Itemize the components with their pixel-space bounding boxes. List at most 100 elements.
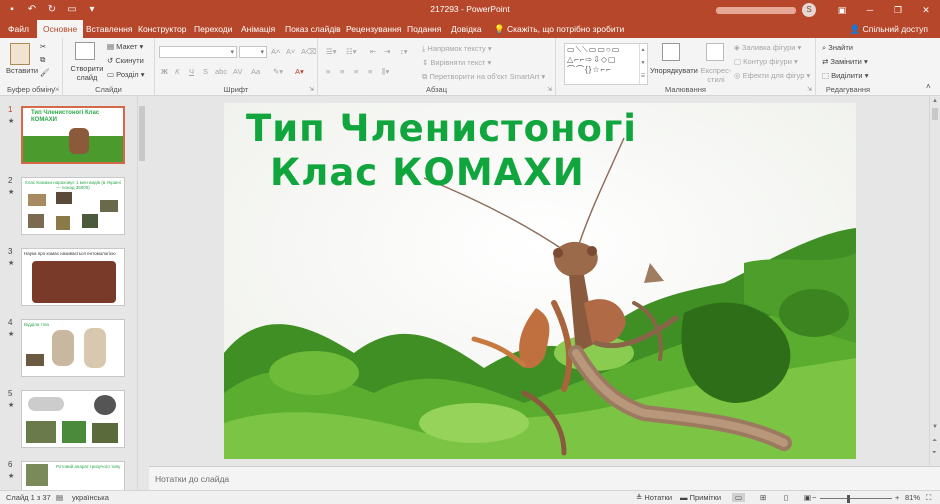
slide-thumbnail-1[interactable]: 1 ★ Тип Членистоногі Клас КОМАХИ: [2, 105, 136, 169]
zoom-slider[interactable]: [820, 495, 892, 503]
slide-sorter-icon[interactable]: ⊞: [760, 493, 766, 502]
grow-font-icon[interactable]: A˄: [271, 47, 280, 56]
text-direction-button[interactable]: ⤓ Напрямок тексту ▾: [422, 44, 492, 54]
columns-icon[interactable]: ⫼▾: [382, 67, 389, 77]
smartart-button[interactable]: ⧉ Перетворити на об'єкт SmartArt ▾: [422, 72, 545, 82]
tell-me-search[interactable]: 💡 Скажіть, що потрібно зробити: [494, 20, 624, 38]
line-spacing-icon[interactable]: ↕▾: [400, 47, 408, 56]
avatar[interactable]: S: [802, 3, 816, 17]
align-center-icon[interactable]: ≡: [340, 67, 344, 76]
thumbnail-scrollbar-thumb[interactable]: [139, 106, 145, 161]
tab-home[interactable]: Основне: [37, 20, 84, 38]
zoom-in-icon[interactable]: +: [895, 493, 899, 502]
justify-icon[interactable]: ≡: [368, 67, 372, 76]
shrink-font-icon[interactable]: A˅: [286, 47, 295, 56]
paste-button[interactable]: Вставити: [6, 66, 38, 75]
change-case-button[interactable]: Aa: [251, 67, 260, 76]
slide-title[interactable]: Тип Членистоногі Клас КОМАХИ: [246, 107, 637, 195]
clear-formatting-icon[interactable]: A⌫: [301, 47, 317, 56]
tab-help[interactable]: Довідка: [451, 20, 482, 38]
section-button[interactable]: ▭ Розділ ▾: [107, 70, 144, 79]
zoom-level[interactable]: 81%: [905, 493, 920, 502]
copy-icon[interactable]: ⧉: [40, 55, 45, 65]
paste-icon[interactable]: [10, 43, 30, 65]
italic-button[interactable]: К: [175, 67, 179, 76]
slide-thumbnail-5[interactable]: 5 ★: [2, 389, 136, 453]
strikethrough-button[interactable]: S: [203, 67, 208, 76]
slide-thumbnail-3[interactable]: 3 ★ Наука про комах називається ентомоло…: [2, 247, 136, 311]
current-slide[interactable]: Тип Членистоногі Клас КОМАХИ: [224, 103, 856, 459]
slideshow-view-icon[interactable]: ▣: [804, 493, 811, 502]
character-spacing-button[interactable]: AV: [233, 67, 242, 76]
cut-icon[interactable]: ✂: [40, 42, 46, 51]
decrease-indent-icon[interactable]: ⇤: [370, 47, 376, 56]
tab-file[interactable]: Файл: [8, 20, 29, 38]
increase-indent-icon[interactable]: ⇥: [384, 47, 390, 56]
text-shadow-button[interactable]: abc: [215, 67, 227, 76]
tab-design[interactable]: Конструктор: [138, 20, 186, 38]
slide-thumbnail-2[interactable]: 2 ★ Клас Комахи нараховує 1 млн видів (в…: [2, 176, 136, 240]
font-launcher-icon[interactable]: ⇲: [309, 86, 314, 93]
reset-button[interactable]: ↺ Скинути: [107, 56, 144, 65]
account-name[interactable]: [716, 6, 796, 14]
select-button[interactable]: ⬚ Виділити ▾: [822, 71, 868, 80]
align-right-icon[interactable]: ≡: [354, 67, 358, 76]
collapse-ribbon-icon[interactable]: ˄: [926, 82, 931, 91]
scroll-up-icon[interactable]: ▲: [932, 98, 938, 104]
tab-animations[interactable]: Анімація: [241, 20, 275, 38]
shape-fill-button[interactable]: ◈ Заливка фігури ▾: [734, 43, 801, 52]
shapes-gallery[interactable]: ▭⟍⟍▭▭○▭ △⌐⌐⇨⇩◇▢ ⌒⌒{}☆⌐⌐ ▲ ▼ ☰: [564, 43, 648, 85]
reading-view-icon[interactable]: ▯: [784, 493, 788, 502]
find-button[interactable]: ⌕ Знайти: [822, 43, 853, 53]
tab-review[interactable]: Рецензування: [346, 20, 401, 38]
normal-view-icon[interactable]: ▭: [732, 493, 746, 502]
next-slide-icon[interactable]: ⏷: [932, 450, 937, 457]
align-left-icon[interactable]: ≡: [326, 67, 330, 76]
tab-insert[interactable]: Вставлення: [86, 20, 132, 38]
comments-toggle-button[interactable]: ▬ Примітки: [680, 493, 721, 502]
shape-outline-button[interactable]: ▢ Контур фігури ▾: [734, 57, 798, 66]
format-painter-icon[interactable]: 🖌: [40, 68, 50, 77]
slide-thumbnail-4[interactable]: 4 ★ Відділи тіла: [2, 318, 136, 382]
quick-styles-icon[interactable]: [706, 43, 724, 61]
drawing-launcher-icon[interactable]: ⇲: [807, 86, 812, 93]
slide-vertical-scrollbar[interactable]: ▲ ▼ ⏶ ⏷: [929, 96, 940, 466]
notes-pane[interactable]: Нотатки до слайда: [149, 466, 940, 490]
bold-button[interactable]: Ж: [161, 67, 168, 76]
layout-button[interactable]: ▤ Макет ▾: [107, 42, 143, 51]
notes-toggle-button[interactable]: ≜ Нотатки: [636, 493, 672, 502]
share-button[interactable]: 👤 Спільний доступ: [850, 20, 928, 38]
spellcheck-icon[interactable]: ▤: [56, 493, 63, 502]
language-indicator[interactable]: українська: [72, 493, 109, 502]
slide-thumbnail-6[interactable]: 6 ★ Ротовий апарат гризучого типу: [2, 460, 136, 490]
paragraph-launcher-icon[interactable]: ⇲: [547, 86, 552, 93]
scrollbar-thumb[interactable]: [932, 108, 938, 120]
arrange-button[interactable]: Упорядкувати: [650, 66, 698, 75]
fit-to-window-icon[interactable]: ⛶: [926, 493, 931, 503]
arrange-icon[interactable]: [662, 43, 680, 61]
tab-slideshow[interactable]: Показ слайдів: [285, 20, 341, 38]
tab-transitions[interactable]: Переходи: [194, 20, 233, 38]
align-text-button[interactable]: ⇕ Вирівняти текст ▾: [422, 58, 491, 67]
highlight-icon[interactable]: ✎▾: [273, 67, 283, 76]
font-color-icon[interactable]: A▾: [295, 67, 304, 76]
new-slide-button[interactable]: Створити слайд: [69, 64, 105, 82]
quick-styles-button[interactable]: Експрес-стилі: [698, 66, 734, 84]
restore-icon[interactable]: ❐: [884, 5, 912, 16]
new-slide-icon[interactable]: [75, 42, 95, 60]
clipboard-launcher-icon[interactable]: ⇲: [54, 86, 59, 93]
numbering-icon[interactable]: ☷▾: [346, 47, 357, 56]
scroll-down-icon[interactable]: ▼: [932, 424, 938, 430]
font-name-combo[interactable]: ▾: [159, 46, 237, 58]
font-size-combo[interactable]: ▾: [239, 46, 267, 58]
close-icon[interactable]: ✕: [912, 5, 940, 16]
tab-view[interactable]: Подання: [407, 20, 441, 38]
replace-button[interactable]: ⇄ Замінити ▾: [822, 57, 868, 66]
thumbnail-scrollbar[interactable]: [137, 96, 146, 490]
minimize-icon[interactable]: ─: [856, 5, 884, 15]
shapes-gallery-scroll[interactable]: ▲ ▼ ☰: [639, 44, 647, 84]
zoom-out-icon[interactable]: −: [812, 493, 816, 502]
underline-button[interactable]: Ч: [189, 67, 194, 76]
ribbon-display-options-icon[interactable]: ▣: [828, 5, 856, 16]
bullets-icon[interactable]: ☰▾: [326, 47, 337, 56]
